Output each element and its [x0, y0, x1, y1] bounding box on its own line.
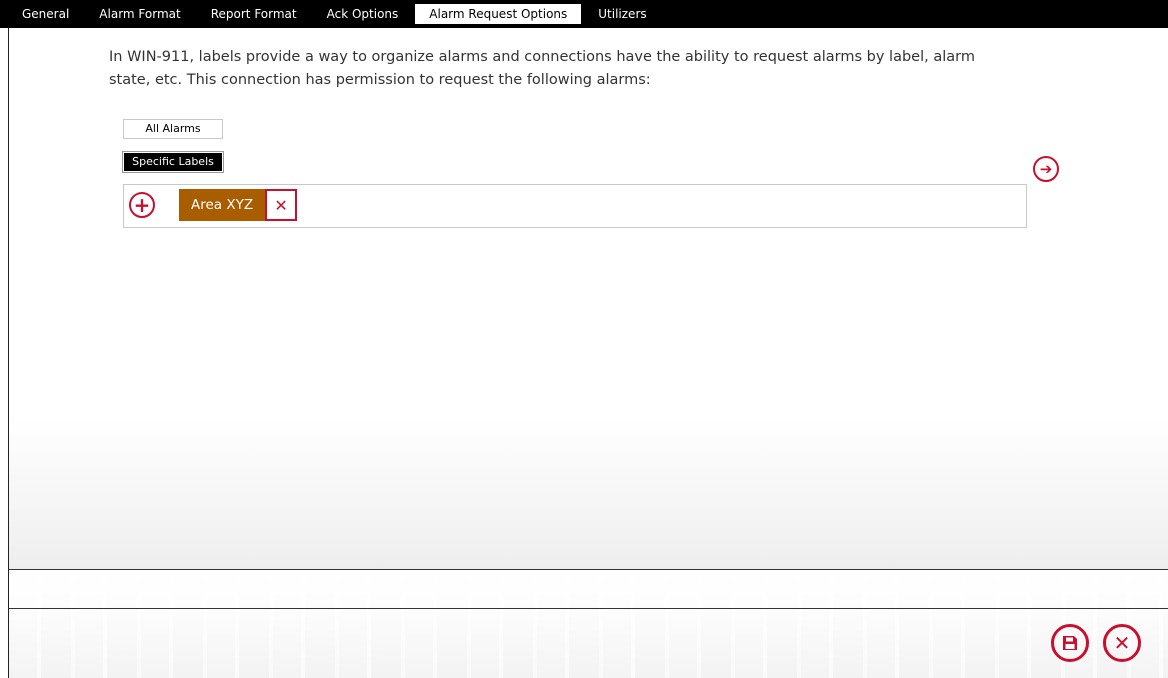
x-circle-icon: ✕	[1113, 631, 1131, 655]
x-icon: ✕	[274, 195, 288, 215]
main-panel: In WIN-911, labels provide a way to orga…	[8, 28, 1168, 570]
specific-labels-button[interactable]: Specific Labels	[122, 151, 224, 173]
footer: ✕	[8, 570, 1168, 678]
description-text: In WIN-911, labels provide a way to orga…	[109, 49, 975, 88]
close-button[interactable]: ✕	[1103, 624, 1141, 662]
floppy-disk-icon	[1061, 634, 1079, 652]
save-button[interactable]	[1051, 624, 1089, 662]
tab-bar: General Alarm Format Report Format Ack O…	[0, 0, 1168, 28]
labels-container: + Area XYZ ✕	[123, 184, 1027, 228]
footer-divider	[9, 608, 1168, 609]
arrow-right-circle-icon[interactable]: ➔	[1033, 156, 1059, 182]
plus-circle-icon[interactable]: +	[129, 192, 155, 218]
remove-label-button[interactable]: ✕	[265, 189, 298, 221]
label-chip-text: Area XYZ	[191, 197, 254, 213]
label-chip: Area XYZ ✕	[179, 189, 298, 221]
tab-ack-options[interactable]: Ack Options	[314, 4, 412, 24]
tab-general[interactable]: General	[0, 4, 82, 24]
tab-report-format[interactable]: Report Format	[198, 4, 310, 24]
tab-utilizers[interactable]: Utilizers	[585, 4, 659, 24]
tab-alarm-format[interactable]: Alarm Format	[86, 4, 193, 24]
all-alarms-button[interactable]: All Alarms	[123, 119, 223, 139]
tab-alarm-request-options[interactable]: Alarm Request Options	[415, 4, 582, 24]
